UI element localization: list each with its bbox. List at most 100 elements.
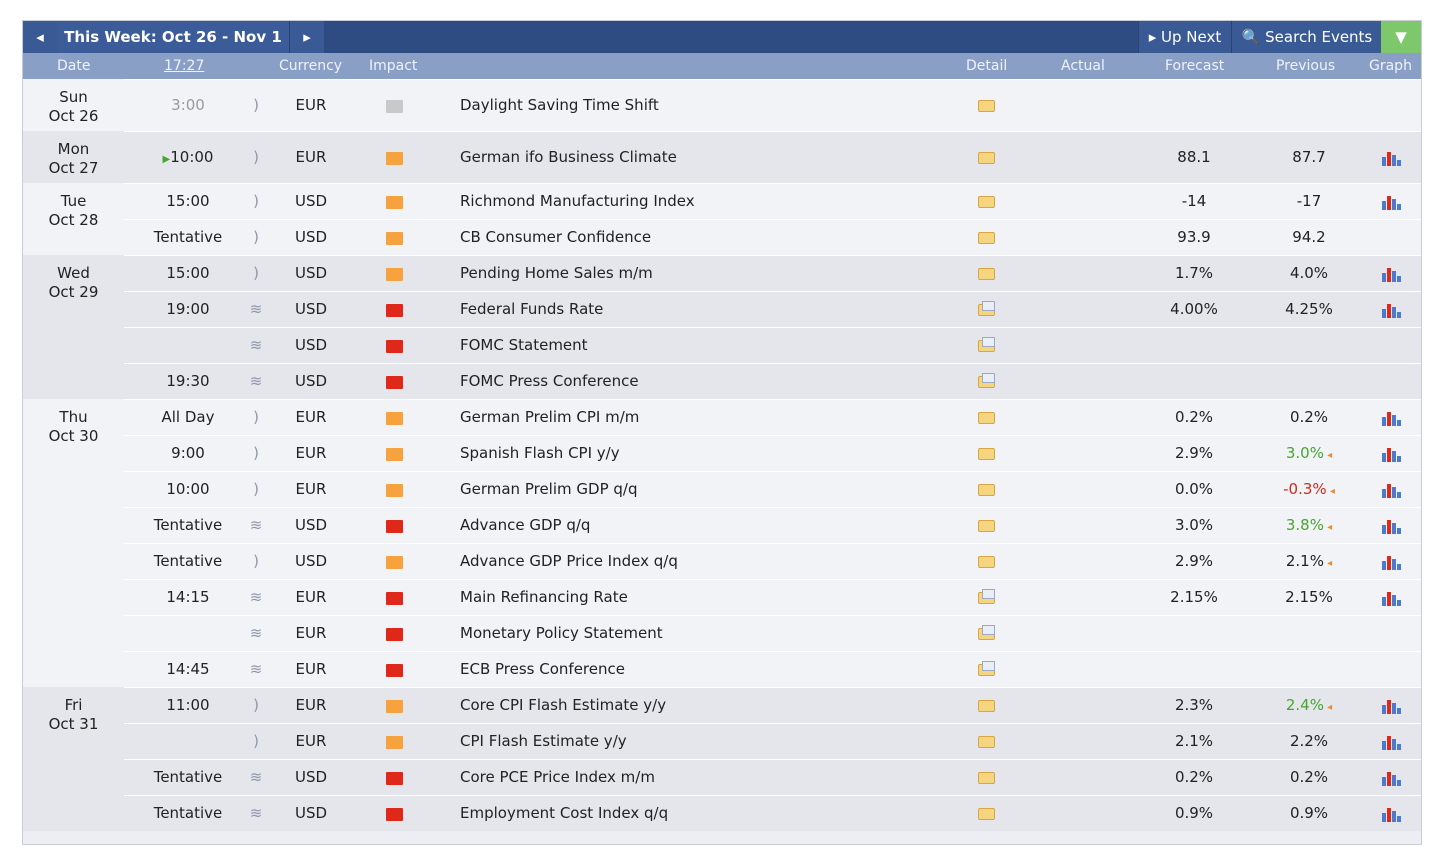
bar-chart-icon[interactable]	[1382, 194, 1402, 210]
event-title[interactable]: German Prelim CPI m/m	[460, 400, 940, 435]
revised-arrow-icon: ◂	[1323, 522, 1333, 533]
event-row[interactable]: 9:00) EUR Spanish Flash CPI y/y 2.9% 3.0% ◂	[124, 435, 1421, 471]
event-row[interactable]: ≋ USD FOMC Statement	[124, 327, 1421, 363]
event-row[interactable]: Tentative ≋ USD Core PCE Price Index m/m 0.2…	[124, 759, 1421, 795]
event-title[interactable]: Main Refinancing Rate	[460, 580, 940, 615]
event-title[interactable]: Federal Funds Rate	[460, 292, 940, 327]
bar-chart-icon[interactable]	[1382, 806, 1402, 822]
event-title[interactable]: Monetary Policy Statement	[460, 616, 940, 651]
column-currency: Currency	[279, 58, 343, 74]
week-selector[interactable]: This Week: Oct 26 - Nov 1	[57, 21, 290, 53]
detail-folder-icon[interactable]	[978, 268, 995, 280]
detail-folder-icon[interactable]	[978, 625, 995, 640]
event-forecast: 0.2%	[1174, 408, 1214, 426]
event-row[interactable]: Tentative ≋ USD Advance GDP q/q 3.0% 3.8% ◂	[124, 507, 1421, 543]
bar-chart-icon[interactable]	[1382, 770, 1402, 786]
detail-folder-icon[interactable]	[978, 736, 995, 748]
detail-folder-icon[interactable]	[978, 484, 995, 496]
detail-folder-icon[interactable]	[978, 448, 995, 460]
event-row[interactable]: 10:00) EUR German Prelim GDP q/q 0.0% -0.3% …	[124, 471, 1421, 507]
detail-folder-icon[interactable]	[978, 772, 995, 784]
bar-chart-icon[interactable]	[1382, 302, 1402, 318]
event-row[interactable]: 19:00 ≋ USD Federal Funds Rate 4.00% 4.25%	[124, 291, 1421, 327]
impact-high-icon	[386, 304, 403, 317]
bar-chart-icon[interactable]	[1382, 266, 1402, 282]
previous-value: 0.2%	[1289, 768, 1329, 786]
detail-folder-icon[interactable]	[978, 700, 995, 712]
event-title[interactable]: Spanish Flash CPI y/y	[460, 436, 940, 471]
event-title[interactable]: CPI Flash Estimate y/y	[460, 724, 940, 759]
detail-folder-icon[interactable]	[978, 337, 995, 352]
impact-high-icon	[386, 592, 403, 605]
event-row[interactable]: 15:00) USD Pending Home Sales m/m 1.7% 4.0%	[124, 255, 1421, 291]
event-title[interactable]: Daylight Saving Time Shift	[460, 80, 940, 131]
event-row[interactable]: Tentative ≋ USD Employment Cost Index q/q 0.…	[124, 795, 1421, 831]
day-name: Fri	[64, 696, 83, 714]
event-row[interactable]: All Day) EUR German Prelim CPI m/m 0.2% 0.2%	[124, 399, 1421, 435]
event-row[interactable]: ≋ EUR Monetary Policy Statement	[124, 615, 1421, 651]
event-row[interactable]: 3:00) EUR Daylight Saving Time Shift	[124, 79, 1421, 131]
event-time: 19:00	[166, 300, 210, 318]
detail-folder-icon[interactable]	[978, 520, 995, 532]
detail-folder-icon[interactable]	[978, 556, 995, 568]
column-time-current[interactable]: 17:27	[164, 53, 204, 79]
next-week-button[interactable]: ▸	[290, 21, 324, 53]
bar-chart-icon[interactable]	[1382, 518, 1402, 534]
event-row[interactable]: 14:45 ≋ EUR ECB Press Conference	[124, 651, 1421, 687]
event-detail-cell	[974, 328, 998, 363]
detail-folder-icon[interactable]	[978, 412, 995, 424]
detail-folder-icon[interactable]	[978, 661, 995, 676]
bar-chart-icon[interactable]	[1382, 410, 1402, 426]
event-title[interactable]: German ifo Business Climate	[460, 132, 940, 183]
detail-folder-icon[interactable]	[978, 100, 995, 112]
previous-week-button[interactable]: ◂	[23, 21, 57, 53]
event-title[interactable]: Richmond Manufacturing Index	[460, 184, 940, 219]
previous-value: -17	[1296, 192, 1322, 210]
event-forecast: 1.7%	[1174, 264, 1214, 282]
event-title[interactable]: Pending Home Sales m/m	[460, 256, 940, 291]
detail-folder-icon[interactable]	[978, 373, 995, 388]
event-title[interactable]: FOMC Press Conference	[460, 364, 940, 399]
event-currency: USD	[294, 552, 328, 570]
bar-chart-icon[interactable]	[1382, 482, 1402, 498]
event-title[interactable]: FOMC Statement	[460, 328, 940, 363]
event-title[interactable]: ECB Press Conference	[460, 652, 940, 687]
bar-chart-icon[interactable]	[1382, 734, 1402, 750]
event-title[interactable]: Employment Cost Index q/q	[460, 796, 940, 831]
detail-folder-icon[interactable]	[978, 301, 995, 316]
event-row[interactable]: 15:00) USD Richmond Manufacturing Index -14…	[124, 183, 1421, 219]
event-title[interactable]: German Prelim GDP q/q	[460, 472, 940, 507]
detail-folder-icon[interactable]	[978, 589, 995, 604]
day-group: Tue Oct 28 15:00) USD Richmond Manufacturing…	[23, 183, 1421, 255]
event-row[interactable]: ▶10:00) EUR German ifo Business Climate 88.…	[124, 131, 1421, 183]
event-title[interactable]: Advance GDP q/q	[460, 508, 940, 543]
event-row[interactable]: 14:15 ≋ EUR Main Refinancing Rate 2.15% 2.15%	[124, 579, 1421, 615]
graph-cell	[1379, 580, 1403, 615]
event-title[interactable]: Core PCE Price Index m/m	[460, 760, 940, 795]
high-volatility-icon: ≋	[249, 372, 263, 390]
up-next-button[interactable]: ▸ Up Next	[1138, 21, 1231, 53]
day-date: Oct 27	[48, 159, 99, 177]
detail-folder-icon[interactable]	[978, 232, 995, 244]
event-row[interactable]: ) EUR CPI Flash Estimate y/y 2.1% 2.2%	[124, 723, 1421, 759]
event-row[interactable]: 19:30 ≋ USD FOMC Press Conference	[124, 363, 1421, 399]
event-row[interactable]: Tentative) USD CB Consumer Confidence 93.9 9…	[124, 219, 1421, 255]
detail-folder-icon[interactable]	[978, 808, 995, 820]
bar-chart-icon[interactable]	[1382, 698, 1402, 714]
bar-chart-icon[interactable]	[1382, 590, 1402, 606]
detail-folder-icon[interactable]	[978, 152, 995, 164]
detail-folder-icon[interactable]	[978, 196, 995, 208]
event-title[interactable]: Core CPI Flash Estimate y/y	[460, 688, 940, 723]
event-row[interactable]: Tentative) USD Advance GDP Price Index q/q…	[124, 543, 1421, 579]
bar-chart-icon[interactable]	[1382, 150, 1402, 166]
event-title[interactable]: Advance GDP Price Index q/q	[460, 544, 940, 579]
bar-chart-icon[interactable]	[1382, 446, 1402, 462]
filter-button[interactable]: ▼	[1381, 21, 1421, 53]
revised-arrow-icon: ◂	[1323, 558, 1333, 569]
bar-chart-icon[interactable]	[1382, 554, 1402, 570]
up-next-marker-icon: ▶	[162, 154, 171, 165]
event-row[interactable]: 11:00) EUR Core CPI Flash Estimate y/y 2.3%…	[124, 687, 1421, 723]
event-currency: USD	[294, 372, 328, 390]
event-title[interactable]: CB Consumer Confidence	[460, 220, 940, 255]
search-events-button[interactable]: 🔍 Search Events	[1231, 21, 1382, 53]
